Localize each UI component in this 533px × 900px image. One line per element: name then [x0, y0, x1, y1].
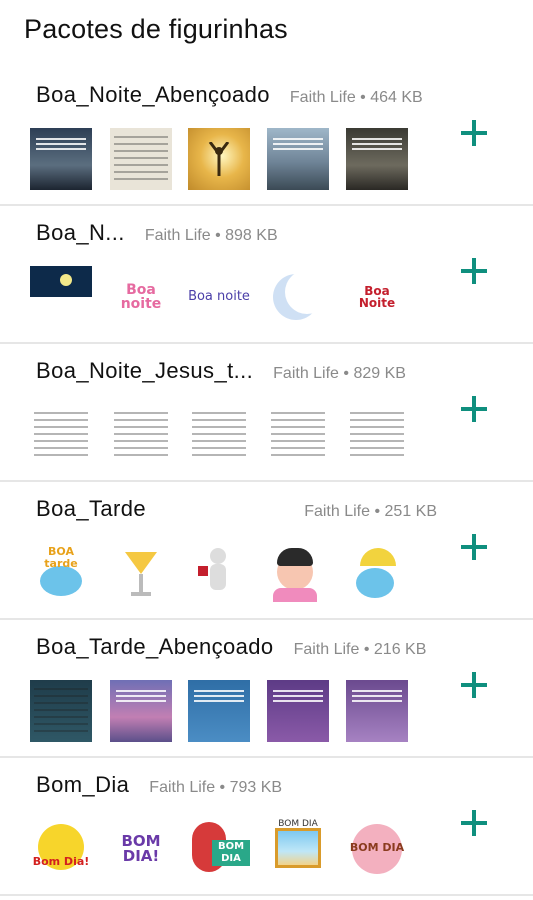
purple-text-sticker [267, 680, 329, 742]
add-pack-button[interactable] [461, 534, 487, 560]
pack-name: Boa_N... [36, 220, 125, 245]
pack-meta: Faith Life • 829 KB [273, 365, 406, 382]
pack-header: Bom_Dia Faith Life • 793 KB [36, 772, 437, 798]
pack-meta: Faith Life • 251 KB [304, 503, 437, 520]
sunrise-praise-sticker [188, 128, 250, 190]
text-card-sticker [110, 128, 172, 190]
pack-header: Boa_N... Faith Life • 898 KB [36, 220, 437, 246]
pack-name: Boa_Tarde [36, 496, 147, 521]
prayer-text-sticker [267, 404, 329, 466]
night-photo-sticker [30, 128, 92, 190]
night-sky-sticker [30, 266, 92, 328]
page-title: Pacotes de figurinhas [24, 14, 288, 44]
cocktail-sticker [110, 542, 172, 604]
pack-name: Boa_Noite_Abençoado [36, 82, 270, 107]
boa-noite-sticker: Boa noite [110, 266, 172, 328]
pack-meta: Faith Life • 216 KB [293, 641, 427, 658]
pack-name: Bom_Dia [36, 772, 130, 797]
umbrella-sticker [346, 542, 408, 604]
add-pack-button[interactable] [461, 258, 487, 284]
sunset-silhouette-sticker [267, 128, 329, 190]
pack-header: Boa_Tarde_Abençoado Faith Life • 216 KB [36, 634, 437, 660]
girl-sticker [267, 542, 329, 604]
figure-sticker [188, 542, 250, 604]
prayer-text-sticker [188, 404, 250, 466]
sticker-pack-item[interactable]: Boa_Tarde Faith Life • 251 KB BOA tarde [0, 482, 533, 620]
sticker-pack-item[interactable]: Boa_N... Faith Life • 898 KB Boa noite Bo… [0, 206, 533, 344]
add-pack-button[interactable] [461, 810, 487, 836]
pack-name: Boa_Tarde_Abençoado [36, 634, 274, 659]
hands-prayer-sticker [346, 128, 408, 190]
prayer-text-sticker [110, 404, 172, 466]
add-pack-button[interactable] [461, 120, 487, 146]
purple-text-sticker [346, 680, 408, 742]
sticker-pack-item[interactable]: Bom_Dia Faith Life • 793 KB Bom Dia! BOM… [0, 758, 533, 896]
blue-text-sticker [188, 680, 250, 742]
pack-meta: Faith Life • 793 KB [149, 779, 283, 796]
add-pack-button[interactable] [461, 672, 487, 698]
sky-text-sticker [30, 680, 92, 742]
pack-header: Boa_Noite_Jesus_t... Faith Life • 829 KB [36, 358, 437, 384]
bom-dia-lettering-sticker: BOM DIA! [110, 818, 172, 880]
sticker-pack-item[interactable]: Boa_Tarde_Abençoado Faith Life • 216 KB [0, 620, 533, 758]
pack-header: Boa_Tarde Faith Life • 251 KB [36, 496, 437, 522]
boa-noite-lettering-sticker: Boa Noite [346, 266, 408, 328]
woman-bom-dia-sticker: BOM DIA [188, 818, 250, 880]
window-sticker: BOM DIA [267, 818, 329, 880]
sun-bom-dia-sticker: Bom Dia! [30, 818, 92, 880]
moon-sticker [267, 266, 329, 328]
boa-tarde-cloud-sticker: BOA tarde [30, 542, 92, 604]
add-pack-button[interactable] [461, 396, 487, 422]
pack-meta: Faith Life • 464 KB [289, 89, 423, 106]
pack-meta: Faith Life • 898 KB [144, 227, 278, 244]
sticker-pack-item[interactable]: Boa_Noite_Jesus_t... Faith Life • 829 KB [0, 344, 533, 482]
prayer-text-sticker [346, 404, 408, 466]
purple-sky-sticker [110, 680, 172, 742]
pack-header: Boa_Noite_Abençoado Faith Life • 464 KB [36, 82, 437, 108]
boa-noite-text-sticker: Boa noite [188, 266, 250, 328]
sticker-pack-item[interactable]: Boa_Noite_Abençoado Faith Life • 464 KB [0, 68, 533, 206]
prayer-text-sticker [30, 404, 92, 466]
donut-bom-dia-sticker: BOM DIA [346, 818, 408, 880]
pack-name: Boa_Noite_Jesus_t... [36, 358, 254, 383]
